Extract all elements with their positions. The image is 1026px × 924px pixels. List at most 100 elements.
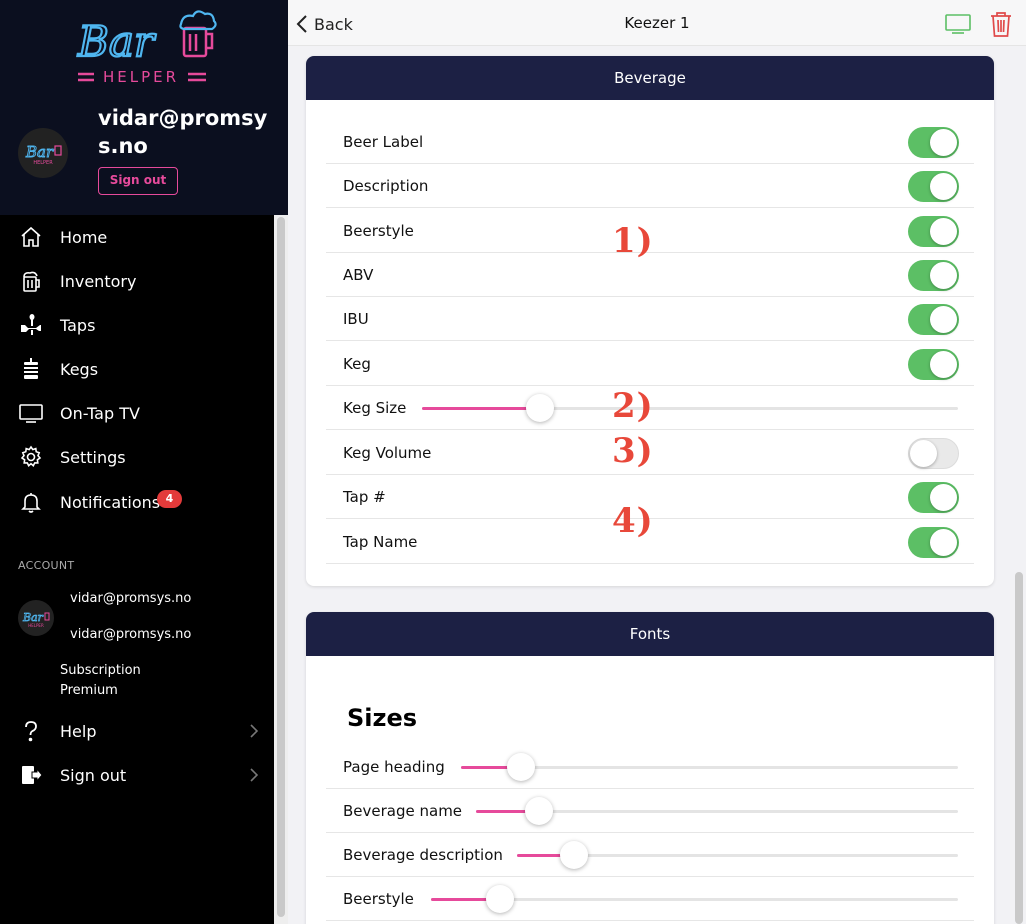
beerstyle-toggle[interactable]	[908, 216, 959, 247]
nav-label: Settings	[60, 447, 126, 467]
content-scrollbar-thumb[interactable]	[1015, 572, 1023, 924]
gear-icon	[18, 444, 44, 470]
keg-toggle[interactable]	[908, 349, 959, 380]
nav-label: Kegs	[60, 359, 99, 379]
nav-item-on-tap-tv[interactable]: On-Tap TV	[0, 391, 272, 435]
logo-subtitle: HELPER	[103, 68, 179, 86]
font-size-row-beverage-description: Beverage description	[326, 833, 974, 877]
setting-label: Keg Volume	[343, 444, 432, 462]
home-icon	[18, 224, 44, 250]
setting-row-keg: Keg	[326, 342, 974, 386]
user-email: vidar@promsys.no	[98, 106, 268, 158]
setting-label: Tap Name	[343, 533, 418, 551]
tap-name-toggle[interactable]	[908, 527, 959, 558]
setting-label: Tap #	[343, 488, 386, 506]
notification-badge: 4	[157, 490, 182, 508]
slider-knob[interactable]	[486, 885, 514, 913]
avatar: Bar HELPER	[18, 128, 68, 178]
setting-row-description: Description	[326, 164, 974, 208]
slider-knob[interactable]	[560, 841, 588, 869]
chevron-right-icon	[250, 768, 259, 782]
svg-text:HELPER: HELPER	[33, 160, 53, 166]
setting-label: IBU	[343, 310, 369, 328]
setting-label: ABV	[343, 266, 374, 284]
setting-label: Description	[343, 177, 429, 195]
keg-size-slider[interactable]	[422, 394, 958, 422]
nav-label: Taps	[60, 315, 96, 335]
setting-label: Page heading	[343, 758, 445, 776]
account-email-1: vidar@promsys.no	[70, 591, 192, 606]
sidebar-scrollbar[interactable]	[274, 215, 288, 924]
slider-knob[interactable]	[525, 797, 553, 825]
abv-toggle[interactable]	[908, 260, 959, 291]
annotation-3: 3)	[612, 431, 654, 471]
nav-label: Home	[60, 227, 108, 247]
nav-item-inventory[interactable]: Inventory	[0, 259, 272, 303]
page-heading-slider[interactable]	[461, 753, 958, 781]
content-scrollbar[interactable]	[1012, 47, 1026, 924]
sizes-title: Sizes	[347, 704, 418, 732]
beverage-name-slider[interactable]	[476, 797, 958, 825]
top-bar: Back Keezer 1	[288, 0, 1026, 46]
tap-number-toggle[interactable]	[908, 482, 959, 513]
setting-row-beer-label: Beer Label	[326, 120, 974, 164]
nav-item-sign-out[interactable]: Sign out	[0, 753, 272, 797]
chevron-right-icon	[250, 724, 259, 738]
account-avatar: Bar HELPER	[18, 600, 54, 636]
page-title: Keezer 1	[624, 14, 690, 32]
fonts-card: Fonts Sizes Page heading Beverage name B…	[306, 612, 994, 924]
nav-label: On-Tap TV	[60, 403, 140, 423]
setting-label: Beverage description	[343, 846, 503, 864]
nav-label: Inventory	[60, 271, 137, 291]
setting-label: Beerstyle	[343, 222, 414, 240]
beverage-description-slider[interactable]	[517, 841, 958, 869]
tap-icon	[18, 312, 44, 338]
ibu-toggle[interactable]	[908, 304, 959, 335]
account-section-title: ACCOUNT	[18, 559, 75, 572]
beverage-card-header: Beverage	[306, 56, 994, 100]
bell-icon	[18, 489, 44, 515]
nav-item-notifications[interactable]: Notifications 4	[0, 480, 272, 524]
font-size-row-beverage-name: Beverage name	[326, 789, 974, 833]
svg-text:Bar: Bar	[77, 17, 157, 66]
tv-icon[interactable]	[944, 12, 972, 36]
setting-label: Keg Size	[343, 399, 407, 417]
annotation-1: 1)	[612, 221, 654, 261]
trash-icon[interactable]	[988, 10, 1014, 38]
nav-label: Sign out	[60, 765, 127, 785]
subscription-label: Subscription	[60, 663, 141, 678]
sidebar-scrollbar-thumb[interactable]	[277, 217, 285, 917]
nav-item-settings[interactable]: Settings	[0, 435, 272, 479]
sidebar: Bar HELPER Bar HELPER vidar@promsys.no S…	[0, 0, 288, 924]
setting-label: Beerstyle	[343, 890, 414, 908]
description-toggle[interactable]	[908, 171, 959, 202]
svg-text:Bar: Bar	[25, 143, 54, 161]
font-size-row-page-heading: Page heading	[326, 745, 974, 789]
svg-text:HELPER: HELPER	[28, 623, 44, 628]
sidebar-header: Bar HELPER Bar HELPER vidar@promsys.no S…	[0, 0, 288, 215]
tv-icon	[18, 400, 44, 426]
beerstyle-font-slider[interactable]	[431, 885, 958, 913]
slider-knob[interactable]	[507, 753, 535, 781]
nav-label: Help	[60, 721, 97, 741]
annotation-4: 4)	[612, 501, 654, 541]
annotation-2: 2)	[612, 386, 654, 426]
beer-label-toggle[interactable]	[908, 127, 959, 158]
nav-item-kegs[interactable]: Kegs	[0, 347, 272, 391]
setting-label: Beverage name	[343, 802, 463, 820]
keg-icon	[18, 356, 44, 382]
subscription-plan: Premium	[60, 683, 118, 698]
account-email-2: vidar@promsys.no	[70, 627, 192, 642]
nav-item-home[interactable]: Home	[0, 215, 272, 259]
beer-mug-icon	[18, 268, 44, 294]
nav-item-taps[interactable]: Taps	[0, 303, 272, 347]
setting-row-ibu: IBU	[326, 297, 974, 341]
setting-label: Keg	[343, 355, 371, 373]
signout-icon	[18, 762, 44, 788]
slider-knob[interactable]	[526, 394, 554, 422]
keg-volume-toggle[interactable]	[908, 438, 959, 469]
header-sign-out-button[interactable]: Sign out	[98, 167, 178, 195]
font-size-row-beerstyle: Beerstyle	[326, 877, 974, 921]
bar-helper-logo: Bar HELPER	[76, 10, 217, 86]
nav-item-help[interactable]: Help	[0, 709, 272, 753]
